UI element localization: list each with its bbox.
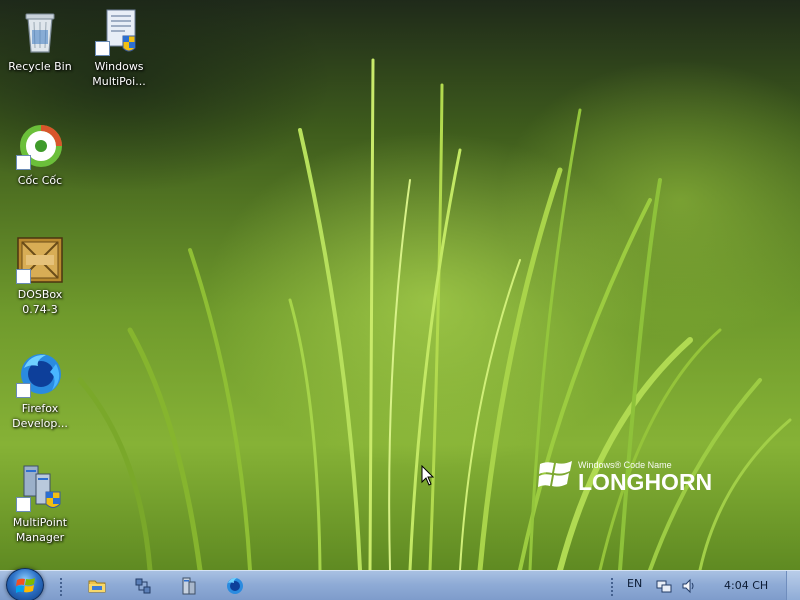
language-indicator[interactable]: EN bbox=[627, 577, 642, 590]
taskbar: EN 4:04 CH bbox=[0, 568, 800, 600]
folder-icon bbox=[88, 580, 106, 593]
tray-network-status[interactable] bbox=[656, 576, 672, 596]
desktop-icon-label: Recycle Bin bbox=[8, 60, 72, 73]
shortcut-arrow-icon bbox=[16, 383, 31, 398]
desktop-icon-firefox-developer[interactable]: Firefox Develop... bbox=[2, 350, 78, 431]
tray-grip[interactable] bbox=[609, 576, 615, 596]
recycle-bin-icon bbox=[16, 8, 64, 56]
windows-start-orb-icon bbox=[16, 578, 35, 593]
firefox-developer-icon bbox=[16, 350, 64, 398]
longhorn-watermark: Windows® Code Name LONGHORN bbox=[538, 458, 712, 495]
firefox-icon bbox=[227, 577, 243, 594]
desktop-icon-dosbox[interactable]: DOSBox 0.74-3 bbox=[2, 236, 78, 317]
shortcut-arrow-icon bbox=[16, 155, 31, 170]
desktop-icon-label: Firefox Develop... bbox=[12, 402, 68, 430]
network-status-icon bbox=[656, 580, 672, 593]
shortcut-arrow-icon bbox=[16, 497, 31, 512]
shortcut-arrow-icon bbox=[95, 41, 110, 56]
desktop-icon-multipoint-manager[interactable]: MultiPoint Manager bbox=[2, 464, 78, 545]
mouse-cursor-icon bbox=[421, 465, 435, 486]
desktop-icon-coccoc[interactable]: Cốc Cốc bbox=[2, 122, 78, 188]
tray-volume[interactable] bbox=[681, 576, 697, 596]
server-icon bbox=[182, 577, 196, 595]
quick-launch-server[interactable] bbox=[179, 576, 199, 596]
dosbox-icon bbox=[16, 236, 64, 284]
desktop-icon-label: MultiPoint Manager bbox=[12, 516, 68, 544]
taskbar-grip[interactable] bbox=[58, 576, 64, 596]
show-desktop-button[interactable] bbox=[786, 571, 800, 600]
speaker-icon bbox=[682, 578, 694, 594]
network-icon bbox=[135, 578, 151, 594]
desktop-icon-label: DOSBox 0.74-3 bbox=[17, 288, 63, 316]
coccoc-icon bbox=[16, 122, 64, 170]
watermark-title: LONGHORN bbox=[578, 469, 713, 495]
start-button[interactable] bbox=[6, 568, 44, 600]
desktop-icon-label: Cốc Cốc bbox=[17, 174, 63, 187]
desktop-icon-label: Windows MultiPoi... bbox=[92, 60, 146, 88]
desktop-icon-windows-multipoint[interactable]: Windows MultiPoi... bbox=[81, 8, 157, 89]
shortcut-arrow-icon bbox=[16, 269, 31, 284]
clock[interactable]: 4:04 CH bbox=[724, 579, 768, 592]
multipoint-manager-icon bbox=[16, 464, 64, 512]
quick-launch-explorer[interactable] bbox=[87, 576, 107, 596]
desktop-icon-recycle-bin[interactable]: Recycle Bin bbox=[2, 8, 78, 74]
windows-flag-logo-icon bbox=[538, 461, 572, 487]
quick-launch-firefox[interactable] bbox=[225, 576, 245, 596]
quick-launch-network[interactable] bbox=[133, 576, 153, 596]
multipoint-document-icon bbox=[95, 8, 143, 56]
